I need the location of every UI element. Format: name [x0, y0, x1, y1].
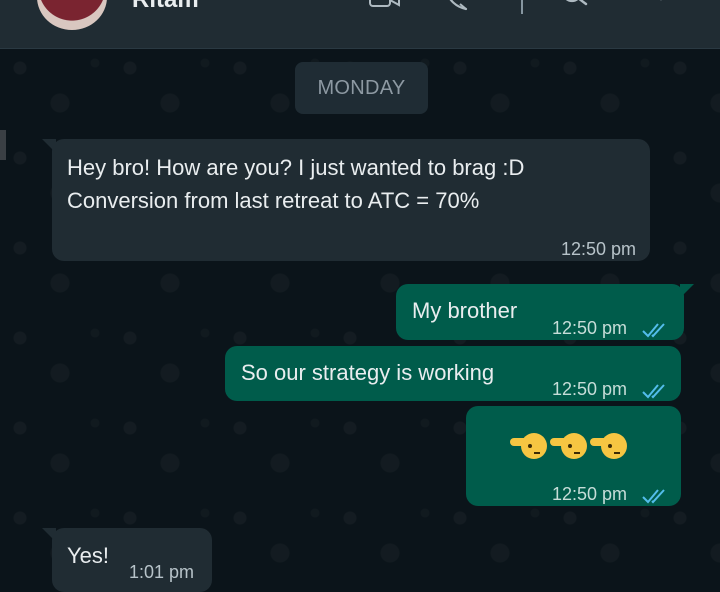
- message-text-line: Conversion from last retreat to ATC = 70…: [67, 188, 480, 213]
- read-receipt-icon: [642, 480, 668, 513]
- message-bubble-incoming[interactable]: Hey bro! How are you? I just wanted to b…: [42, 139, 650, 261]
- message-time: 1:01 pm: [129, 562, 195, 582]
- message-time: 12:50 pm: [560, 239, 636, 259]
- bubble-tail: [680, 284, 694, 298]
- menu-chevron-icon[interactable]: [650, 0, 672, 8]
- read-receipt-icon: [642, 375, 668, 408]
- header-divider: [521, 0, 523, 14]
- contact-name[interactable]: Ritam: [132, 0, 199, 14]
- scrollbar[interactable]: [0, 130, 6, 160]
- avatar[interactable]: [37, 0, 107, 30]
- pointing-hands-emoji: [510, 433, 627, 459]
- date-divider: MONDAY: [295, 62, 428, 114]
- message-bubble-outgoing[interactable]: My brother 12:50 pm: [396, 284, 694, 340]
- message-bubble-incoming[interactable]: Yes! 1:01 pm: [42, 528, 212, 592]
- message-text-line: Hey bro! How are you? I just wanted to b…: [67, 155, 525, 180]
- message-bubble-outgoing[interactable]: So our strategy is working 12:50 pm: [225, 346, 681, 401]
- message-time: 12:50 pm: [552, 484, 628, 504]
- message-text: My brother: [412, 298, 518, 323]
- message-text: Yes!: [67, 543, 110, 568]
- message-bubble-outgoing[interactable]: 12:50 pm: [466, 406, 681, 506]
- message-text: So our strategy is working: [241, 360, 495, 385]
- read-receipt-icon: [642, 314, 668, 347]
- search-icon[interactable]: [560, 0, 590, 10]
- emoji-row: [510, 426, 630, 466]
- bubble-tail: [42, 139, 56, 153]
- message-time: 12:50 pm: [552, 318, 628, 338]
- chat-header: Ritam: [0, 0, 720, 49]
- voice-call-icon[interactable]: [444, 0, 470, 12]
- video-call-icon[interactable]: [368, 0, 402, 10]
- message-time: 12:50 pm: [552, 379, 628, 399]
- bubble-tail: [42, 528, 56, 542]
